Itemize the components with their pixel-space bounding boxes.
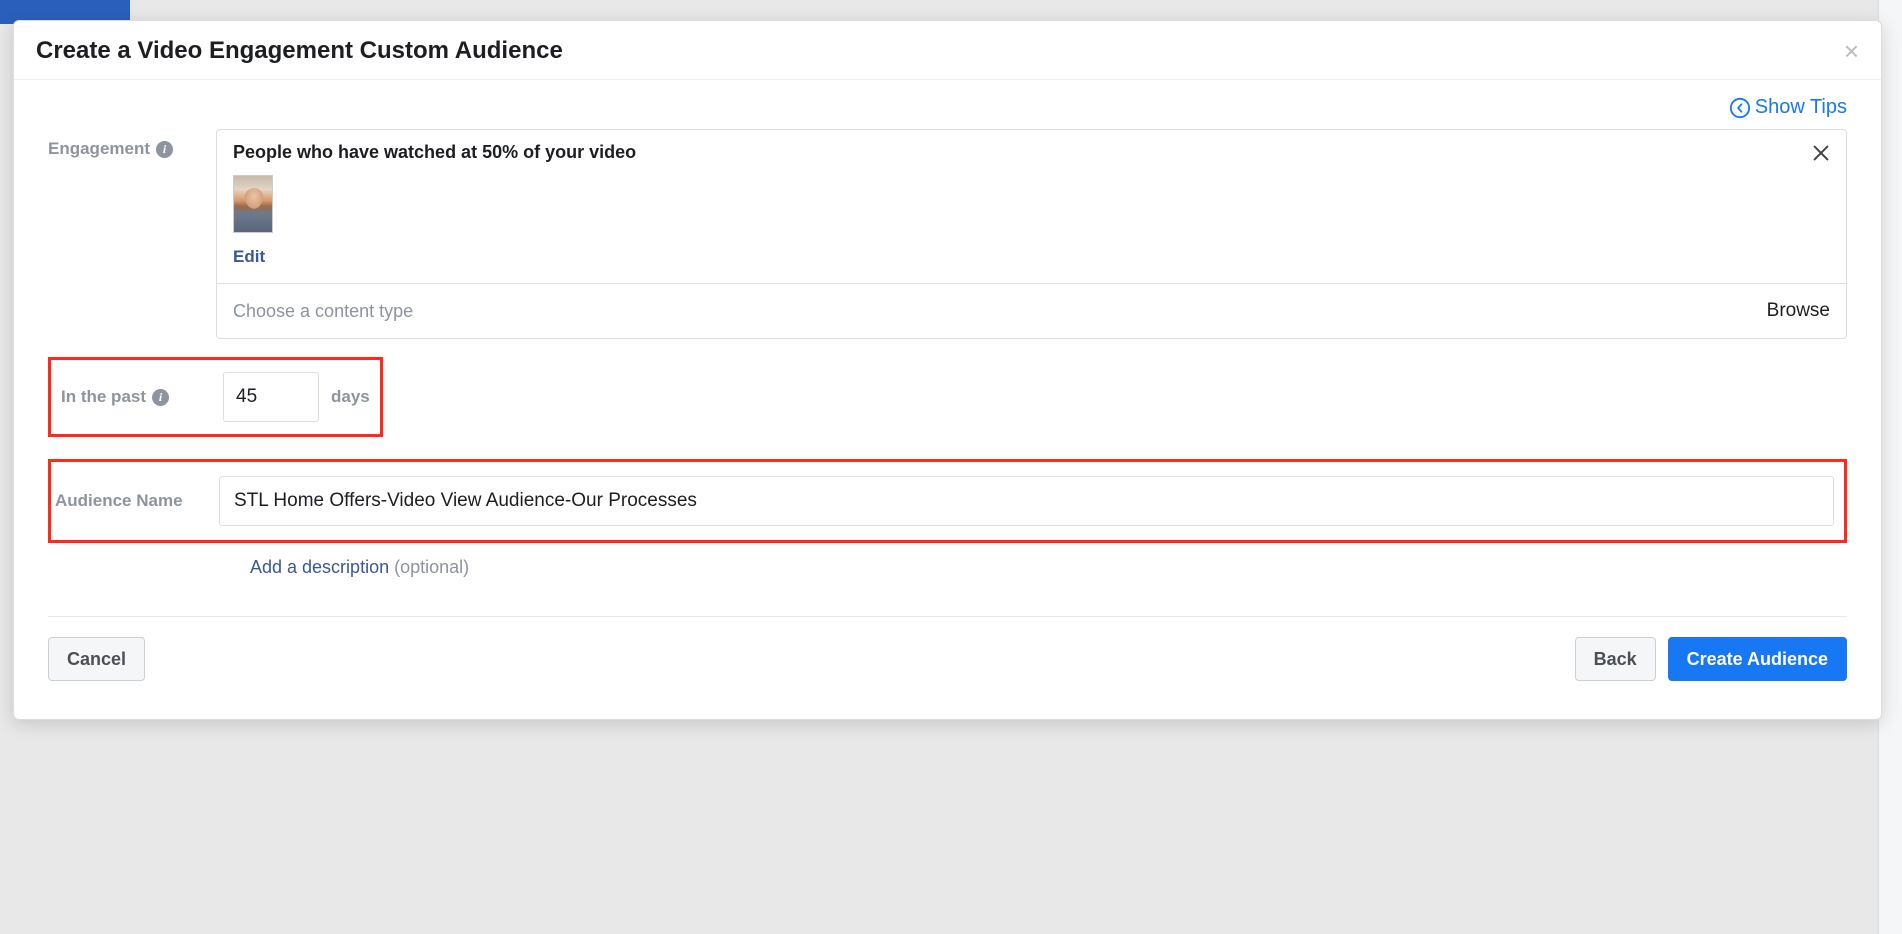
- create-audience-button[interactable]: Create Audience: [1668, 637, 1847, 681]
- add-description-optional: (optional): [394, 557, 469, 577]
- in-the-past-highlight: In the past i days: [48, 357, 383, 437]
- days-suffix: days: [331, 387, 370, 407]
- modal-footer: Cancel Back Create Audience: [48, 616, 1847, 699]
- audience-name-highlight: Audience Name: [48, 459, 1847, 543]
- back-button[interactable]: Back: [1575, 637, 1656, 681]
- audience-name-text: Audience Name: [55, 491, 183, 511]
- show-tips-row: Show Tips: [48, 90, 1847, 129]
- show-tips-button[interactable]: Show Tips: [1729, 96, 1847, 119]
- video-thumbnail[interactable]: [233, 175, 273, 233]
- close-icon: [1810, 142, 1832, 164]
- show-tips-label: Show Tips: [1755, 96, 1847, 119]
- add-description-link[interactable]: Add a description: [250, 557, 389, 577]
- in-the-past-row: In the past i days: [48, 357, 1847, 437]
- footer-right: Back Create Audience: [1575, 637, 1847, 681]
- create-audience-modal: Create a Video Engagement Custom Audienc…: [13, 20, 1882, 720]
- info-icon[interactable]: i: [152, 389, 169, 406]
- engagement-criteria-text: People who have watched at 50% of your v…: [233, 142, 1830, 163]
- audience-name-row: Audience Name: [48, 459, 1847, 543]
- close-icon[interactable]: ×: [1844, 38, 1859, 64]
- content-type-selector[interactable]: Choose a content type Browse: [217, 283, 1846, 338]
- engagement-row: Engagement i People who have watched at …: [48, 129, 1847, 339]
- days-input[interactable]: [223, 372, 319, 422]
- engagement-label-text: Engagement: [48, 139, 150, 159]
- cancel-button[interactable]: Cancel: [48, 637, 145, 681]
- audience-name-label: Audience Name: [55, 491, 219, 511]
- modal-body: Show Tips Engagement i People who have w…: [14, 80, 1881, 719]
- add-description-row: Add a description (optional): [250, 557, 1847, 578]
- engagement-criteria-section: People who have watched at 50% of your v…: [217, 130, 1846, 283]
- info-icon[interactable]: i: [156, 141, 173, 158]
- edit-link[interactable]: Edit: [233, 247, 1830, 267]
- modal-title: Create a Video Engagement Custom Audienc…: [36, 37, 563, 65]
- remove-criteria-button[interactable]: [1810, 142, 1832, 169]
- chevron-left-circle-icon: [1729, 97, 1751, 119]
- modal-header: Create a Video Engagement Custom Audienc…: [14, 21, 1881, 80]
- audience-name-input[interactable]: [219, 476, 1834, 526]
- in-the-past-text: In the past: [61, 387, 146, 407]
- engagement-box: People who have watched at 50% of your v…: [216, 129, 1847, 339]
- browse-button[interactable]: Browse: [1767, 300, 1830, 322]
- engagement-label: Engagement i: [48, 129, 216, 159]
- content-type-placeholder: Choose a content type: [233, 301, 413, 322]
- in-the-past-label: In the past i: [61, 387, 211, 407]
